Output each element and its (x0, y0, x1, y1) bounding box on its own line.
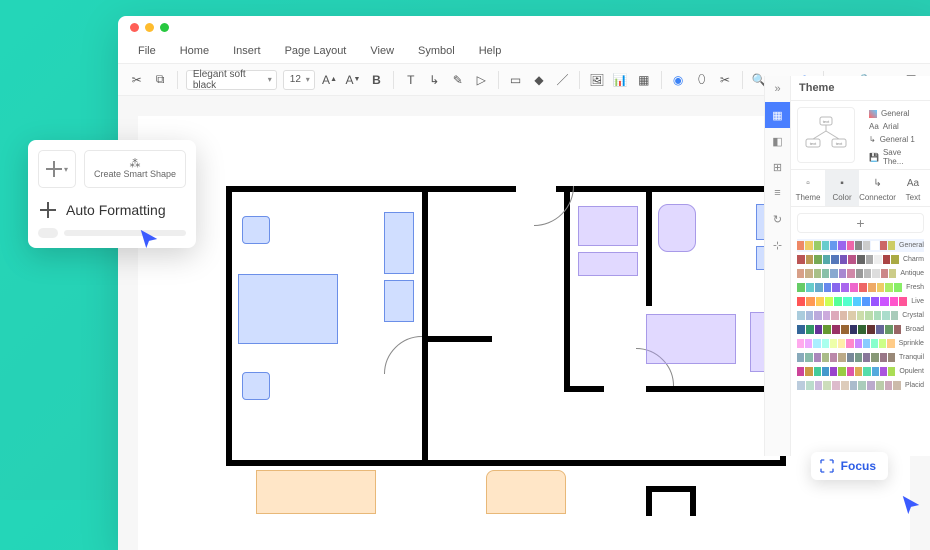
add-theme-button[interactable]: + (797, 213, 924, 233)
tab-connector[interactable]: ↳Connector (859, 170, 896, 206)
focus-label: Focus (841, 459, 876, 473)
palette-sprinkle[interactable]: Sprinkle (797, 337, 924, 350)
focus-icon (819, 458, 835, 474)
tab-theme[interactable]: ▫Theme (791, 170, 825, 206)
auto-formatting-slider[interactable] (38, 228, 186, 238)
menu-view[interactable]: View (370, 45, 394, 57)
right-toolbar: » ▦ ◧ ⊞ ≡ ↻ ⊹ (764, 76, 790, 456)
menubar: File Home Insert Page Layout View Symbol… (118, 38, 930, 64)
fill-button[interactable]: ◆ (530, 70, 547, 90)
menu-page-layout[interactable]: Page Layout (285, 45, 347, 57)
theme-preview[interactable]: text text text (797, 107, 855, 163)
auto-formatting-icon (38, 200, 58, 220)
tab-color[interactable]: ▪Color (825, 170, 859, 206)
shapes-button[interactable]: ▭ (507, 70, 524, 90)
style-tab-button[interactable]: ◧ (765, 128, 790, 154)
quick-theme-connector[interactable]: ↳General 1 (861, 133, 930, 146)
create-smart-shape-button[interactable]: ⁂ Create Smart Shape (84, 150, 186, 188)
maximize-window-button[interactable] (160, 23, 169, 32)
smart-shape-icon-button[interactable]: ▾ (38, 150, 76, 188)
palette-opulent[interactable]: Opulent (797, 365, 924, 378)
layers-tab-button[interactable]: ≡ (765, 180, 790, 206)
font-size-select[interactable]: 12 (283, 70, 315, 90)
chart-button[interactable]: 📊 (612, 70, 629, 90)
cut-button[interactable]: ✂ (128, 70, 145, 90)
line-button[interactable]: ／ (554, 70, 571, 90)
palette-broad[interactable]: Broad (797, 323, 924, 336)
menu-help[interactable]: Help (479, 45, 502, 57)
palette-fresh[interactable]: Fresh (797, 281, 924, 294)
bold-button[interactable]: B (368, 70, 385, 90)
close-window-button[interactable] (130, 23, 139, 32)
app-window: File Home Insert Page Layout View Symbol… (118, 16, 930, 550)
quick-theme-font[interactable]: AaArial (861, 120, 930, 133)
menu-home[interactable]: Home (180, 45, 209, 57)
palette-tranquil[interactable]: Tranquil (797, 351, 924, 364)
increase-font-button[interactable]: A▲ (321, 70, 338, 90)
decrease-font-button[interactable]: A▼ (344, 70, 361, 90)
color-palettes: GeneralCharmAntiqueFreshLiveCrystalBroad… (791, 239, 930, 392)
floorplan-drawing[interactable] (226, 186, 786, 516)
copy-button[interactable]: ⧉ (151, 70, 168, 90)
theme-sub-tabs: ▫Theme ▪Color ↳Connector AaText (791, 169, 930, 207)
table-button[interactable]: ▦ (635, 70, 652, 90)
fill-color-button[interactable]: ◉ (669, 70, 686, 90)
measure-tab-button[interactable]: ⊹ (765, 232, 790, 258)
theme-tab-button[interactable]: ▦ (765, 102, 790, 128)
image-button[interactable]: 🖼 (588, 70, 605, 90)
palette-live[interactable]: Live (797, 295, 924, 308)
palette-charm[interactable]: Charm (797, 253, 924, 266)
auto-formatting-label[interactable]: Auto Formatting (66, 202, 166, 218)
smart-shape-popup: ▾ ⁂ Create Smart Shape Auto Formatting (28, 140, 196, 248)
crop-button[interactable]: ✂ (716, 70, 733, 90)
layout-tab-button[interactable]: ⊞ (765, 154, 790, 180)
palette-antique[interactable]: Antique (797, 267, 924, 280)
svg-text:text: text (836, 141, 843, 146)
quick-theme-general[interactable]: General (861, 107, 930, 120)
expand-panel-button[interactable]: » (765, 76, 790, 102)
connector-tool-button[interactable]: ↳ (426, 70, 443, 90)
titlebar (118, 16, 930, 38)
line-color-button[interactable]: ⬯ (693, 70, 710, 90)
palette-general[interactable]: General (797, 239, 924, 252)
svg-text:text: text (823, 119, 830, 124)
theme-panel: Theme text text text General AaArial ↳Gene… (790, 76, 930, 456)
quick-theme-save[interactable]: 💾Save The... (861, 146, 930, 168)
history-tab-button[interactable]: ↻ (765, 206, 790, 232)
pen-tool-button[interactable]: ✎ (449, 70, 466, 90)
menu-insert[interactable]: Insert (233, 45, 261, 57)
focus-button[interactable]: Focus (811, 452, 888, 480)
palette-placid[interactable]: Placid (797, 379, 924, 392)
palette-crystal[interactable]: Crystal (797, 309, 924, 322)
tab-text[interactable]: AaText (896, 170, 930, 206)
minimize-window-button[interactable] (145, 23, 154, 32)
pointer-tool-button[interactable]: ▷ (472, 70, 489, 90)
menu-symbol[interactable]: Symbol (418, 45, 455, 57)
menu-file[interactable]: File (138, 45, 156, 57)
theme-panel-title: Theme (791, 76, 930, 101)
font-family-select[interactable]: Elegant soft black (186, 70, 277, 90)
text-tool-button[interactable]: T (402, 70, 419, 90)
svg-text:text: text (810, 141, 817, 146)
